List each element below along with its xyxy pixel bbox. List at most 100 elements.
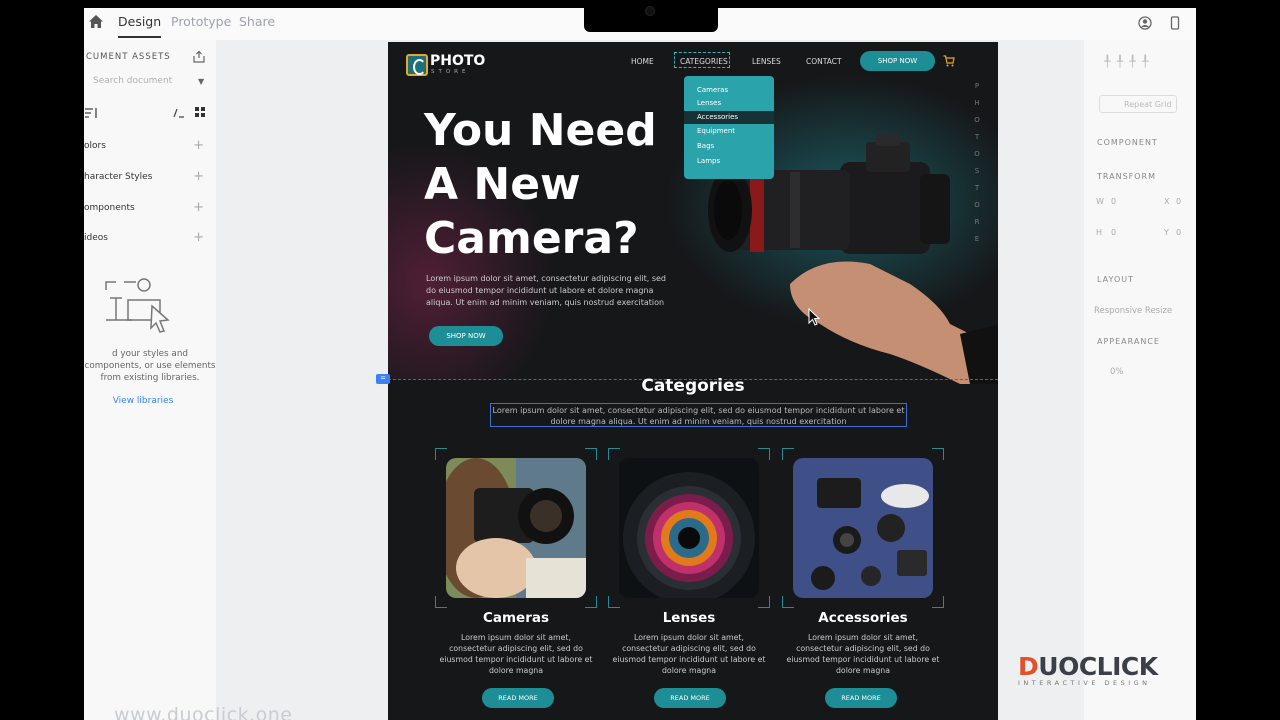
y-input[interactable]: 0 — [1176, 228, 1181, 237]
lenses-photo — [619, 458, 759, 598]
dropdown-item-bags[interactable]: Bags — [697, 142, 714, 150]
nav-home[interactable]: HOME — [631, 57, 654, 66]
vertical-brand-text: P H O T O S T O R E — [972, 78, 982, 248]
brand-subtitle: INTERACTIVE DESIGN — [1018, 679, 1151, 687]
watermark-url: www.duoclick.one — [114, 704, 293, 720]
card-corner — [782, 448, 794, 460]
opacity-value[interactable]: 0% — [1110, 367, 1124, 377]
export-icon[interactable] — [192, 50, 206, 64]
card-corner — [608, 596, 620, 608]
read-more-button-accessories[interactable]: READ MORE — [825, 688, 897, 708]
w-input[interactable]: 0 — [1111, 197, 1116, 206]
h-input[interactable]: 0 — [1111, 228, 1116, 237]
card-corner — [758, 448, 770, 460]
nav-categories[interactable]: CATEGORIES — [680, 57, 728, 66]
card-body-accessories: Lorem ipsum dolor sit amet, consectetur … — [786, 633, 940, 675]
assets-section-character-styles[interactable]: haracter Styles + — [84, 169, 208, 184]
camera-lens — [708, 168, 850, 252]
tab-share[interactable]: Share — [239, 14, 275, 29]
vertical-letter: T — [974, 133, 980, 141]
hero-body: Lorem ipsum dolor sit amet, consectetur … — [426, 274, 666, 307]
section-label: olors — [84, 141, 106, 151]
mobile-preview-icon[interactable] — [1168, 16, 1182, 30]
card-title-lenses: Lenses — [662, 610, 716, 626]
list-view-icon[interactable] — [172, 106, 186, 120]
card-corner — [758, 596, 770, 608]
webcam-icon — [645, 6, 655, 16]
vertical-letter: P — [974, 82, 980, 90]
card-title-cameras: Cameras — [482, 610, 550, 626]
vertical-letter: S — [974, 167, 980, 175]
vertical-letter: H — [974, 99, 980, 107]
dropdown-item-cameras[interactable]: Cameras — [697, 86, 728, 94]
layout-label: LAYOUT — [1097, 275, 1134, 284]
assets-section-colors[interactable]: olors + — [84, 138, 208, 153]
logo-icon — [406, 54, 428, 76]
assets-illustration-icon — [105, 278, 170, 333]
transform-label: TRANSFORM — [1097, 172, 1157, 181]
logo-text: PHOTO — [430, 53, 486, 69]
tab-design[interactable]: Design — [118, 14, 162, 38]
category-card-accessories[interactable] — [782, 448, 944, 608]
accessories-photo — [793, 458, 933, 598]
h-label: H — [1096, 228, 1103, 237]
vertical-letter: E — [974, 235, 980, 243]
chevron-down-icon[interactable]: ▼ — [198, 77, 204, 86]
nav-contact[interactable]: CONTACT — [806, 57, 842, 66]
artboard[interactable]: PHOTO STORE HOME CATEGORIES LENSES CONTA… — [388, 42, 998, 720]
search-assets-input[interactable]: Search document — [93, 76, 172, 86]
category-card-cameras[interactable] — [435, 448, 597, 608]
home-icon[interactable] — [88, 14, 104, 30]
brand-rest: UOCLICK — [1038, 652, 1158, 681]
x-label: X — [1164, 197, 1170, 206]
categories-description[interactable]: Lorem ipsum dolor sit amet, consectetur … — [490, 403, 907, 427]
card-corner — [585, 596, 597, 608]
dropdown-item-accessories[interactable]: Accessories — [697, 113, 738, 121]
assets-tools — [84, 106, 216, 122]
read-more-button-lenses[interactable]: READ MORE — [654, 688, 726, 708]
grid-view-icon[interactable] — [194, 106, 206, 118]
view-libraries-link[interactable]: View libraries — [84, 396, 202, 406]
hero-shop-now-button[interactable]: SHOP NOW — [429, 326, 503, 346]
section-label: haracter Styles — [84, 172, 153, 182]
assets-panel: CUMENT ASSETS Search document ▼ olors + h… — [84, 40, 216, 720]
card-corner — [435, 448, 447, 460]
brand-watermark: DUOCLICK INTERACTIVE DESIGN — [1018, 652, 1168, 687]
guide-handle-icon[interactable]: = — [376, 374, 390, 384]
align-icons[interactable]: ╀╀╀╀ — [1104, 55, 1155, 68]
assets-title: CUMENT ASSETS — [86, 52, 171, 62]
categories-dropdown: Cameras Lenses Accessories Equipment Bag… — [684, 76, 774, 179]
repeat-grid-button[interactable]: Repeat Grid — [1099, 95, 1177, 113]
vertical-letter: T — [974, 184, 980, 192]
responsive-resize-toggle[interactable]: Responsive Resize — [1094, 306, 1172, 316]
assets-section-components[interactable]: omponents + — [84, 200, 208, 215]
assets-section-videos[interactable]: ideos + — [84, 230, 208, 245]
hero-title-line: You Need — [424, 105, 657, 156]
vertical-letter: R — [974, 218, 980, 226]
category-card-lenses[interactable] — [608, 448, 770, 608]
section-label: omponents — [84, 203, 135, 213]
w-label: W — [1096, 197, 1104, 206]
dropdown-item-lenses[interactable]: Lenses — [697, 99, 721, 107]
x-input[interactable]: 0 — [1176, 197, 1181, 206]
card-corner — [435, 596, 447, 608]
nav-lenses[interactable]: LENSES — [752, 57, 781, 66]
plus-icon[interactable]: + — [193, 230, 204, 245]
filter-list-icon[interactable] — [84, 106, 98, 120]
user-icon[interactable] — [1138, 16, 1152, 30]
dropdown-item-equipment[interactable]: Equipment — [697, 127, 735, 135]
plus-icon[interactable]: + — [193, 200, 204, 215]
dropdown-item-lamps[interactable]: Lamps — [697, 157, 720, 165]
plus-icon[interactable]: + — [193, 138, 204, 153]
camera-body — [840, 134, 950, 254]
brand-letter: D — [1018, 652, 1039, 681]
component-label: COMPONENT — [1097, 138, 1158, 147]
card-corner — [932, 448, 944, 460]
plus-icon[interactable]: + — [193, 169, 204, 184]
tab-prototype[interactable]: Prototype — [171, 14, 231, 29]
read-more-button-cameras[interactable]: READ MORE — [482, 688, 554, 708]
hero-title-line: Camera? — [424, 213, 639, 264]
shop-now-nav-button[interactable]: SHOP NOW — [860, 51, 935, 71]
cart-icon[interactable] — [943, 55, 955, 67]
appearance-label: APPEARANCE — [1097, 337, 1160, 346]
